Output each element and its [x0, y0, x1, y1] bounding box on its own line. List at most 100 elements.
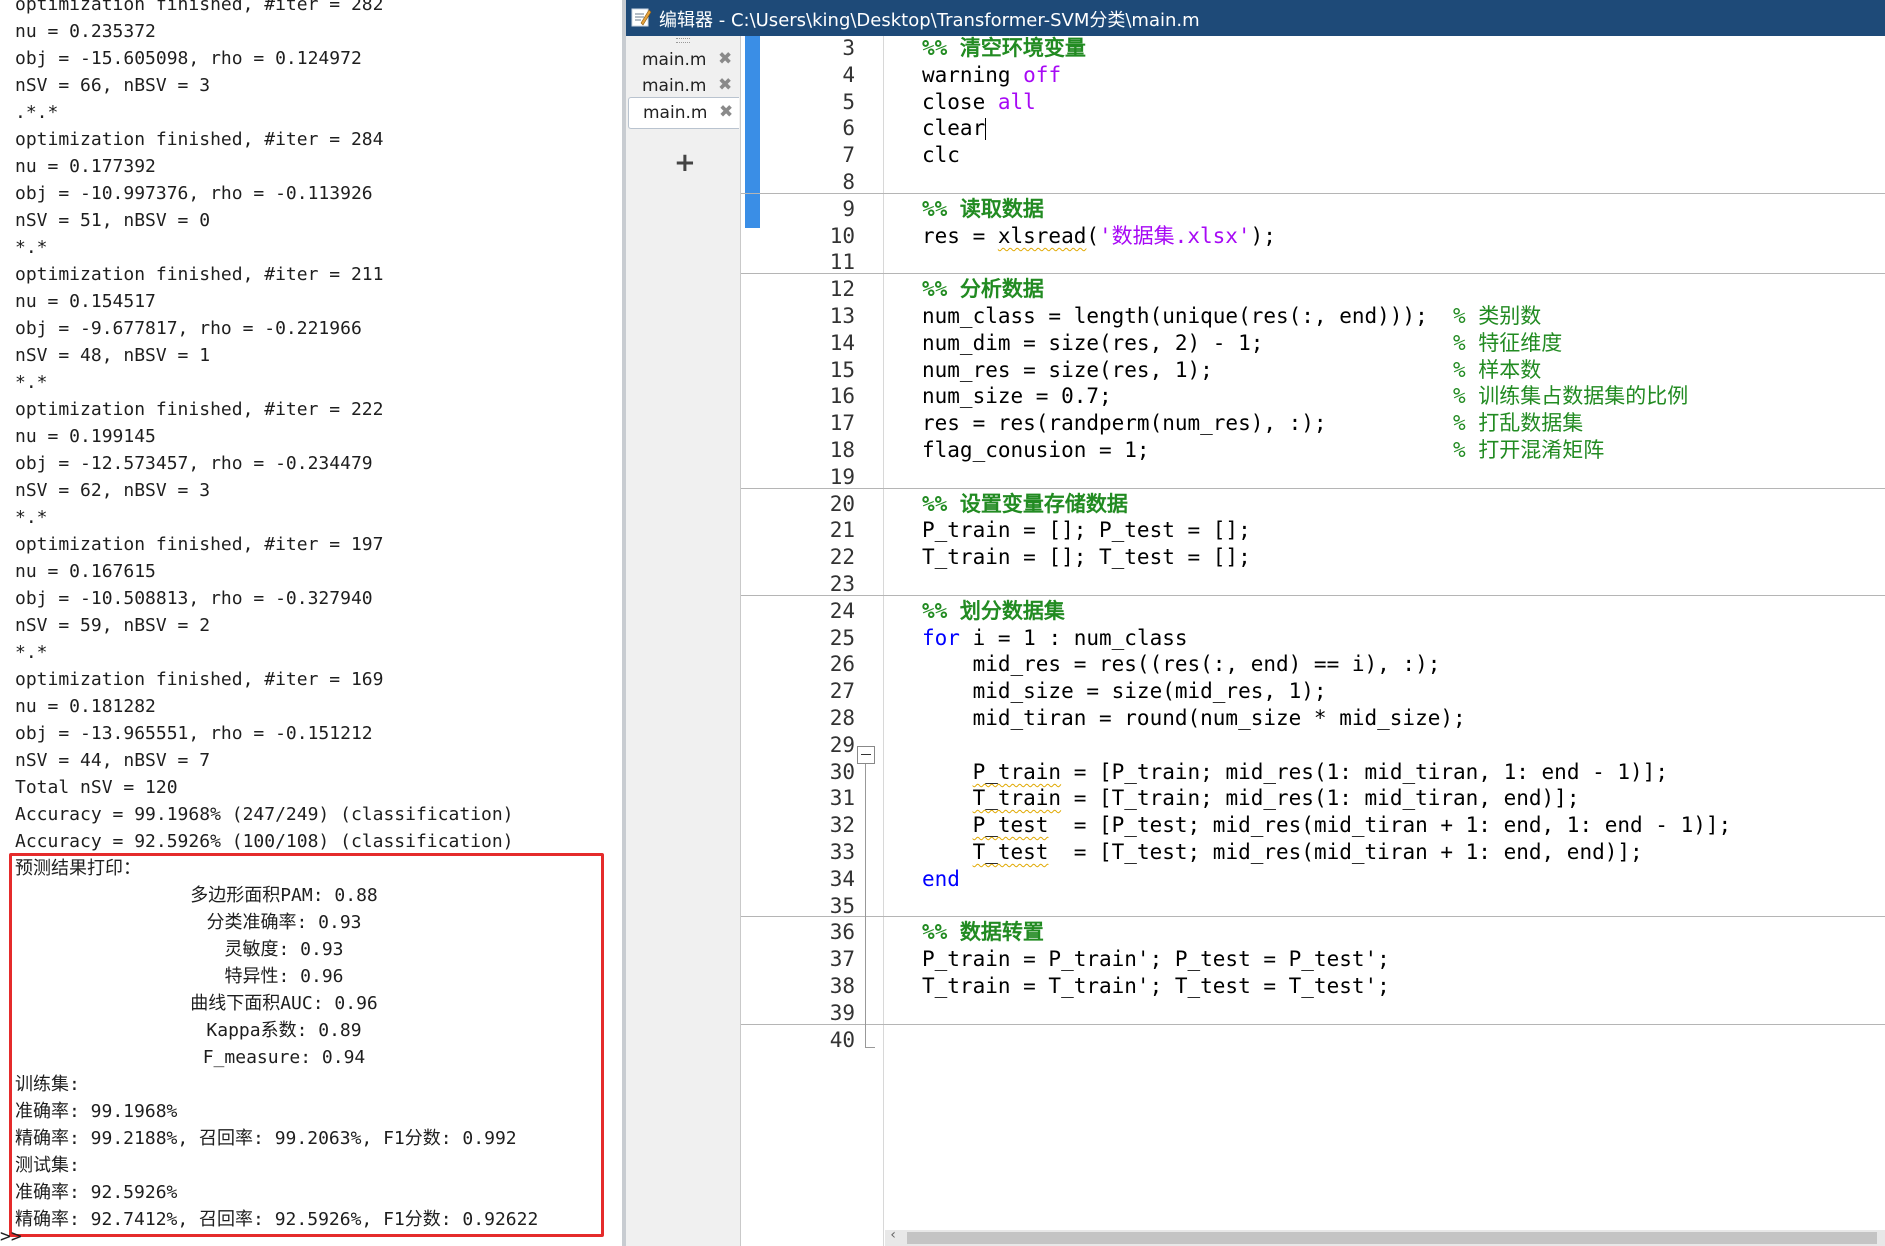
output-line: .*.*	[15, 102, 59, 123]
output-line: nu = 0.177392	[15, 156, 156, 177]
code-comment: % 训练集占数据集的比例	[1453, 384, 1689, 408]
command-prompt[interactable]: >>	[0, 1226, 22, 1246]
output-line: optimization finished, #iter = 169	[15, 669, 384, 690]
section-title: %% 数据转置	[922, 920, 1044, 944]
code-token: num_res = size(res, 1);	[922, 358, 1454, 382]
section-title: %% 分析数据	[922, 277, 1044, 301]
code-token: P_train	[972, 760, 1062, 784]
code-string: all	[997, 90, 1036, 114]
file-tab-label: main.m	[642, 50, 707, 70]
code-token: T_test	[972, 840, 1049, 864]
code-token: res =	[922, 224, 998, 248]
code-comment: % 样本数	[1453, 358, 1542, 382]
fold-collapse-icon[interactable]	[857, 746, 875, 764]
file-tab[interactable]: main.m ✖	[628, 97, 739, 129]
output-line: nSV = 48, nBSV = 1	[15, 345, 211, 366]
code-keyword: for	[922, 626, 960, 650]
document-tab-bar: main.m ✖ main.m ✖ main.m ✖ +	[626, 36, 741, 1246]
code-token: close	[922, 90, 998, 114]
output-line: Accuracy = 92.5926% (100/108) (classific…	[15, 831, 514, 852]
output-line: obj = -10.997376, rho = -0.113926	[15, 183, 373, 204]
output-line: nu = 0.199145	[15, 426, 156, 447]
code-editor[interactable]: 3%% 清空环境变量 4 warning off 5 close all 6 clear 7 c…	[741, 36, 1885, 1246]
scrollbar-thumb[interactable]	[907, 1232, 1877, 1244]
command-window[interactable]: optimization finished, #iter = 282 nu = 0…	[0, 0, 622, 1246]
output-line: optimization finished, #iter = 284	[15, 129, 384, 150]
add-tab-button[interactable]: +	[674, 148, 696, 178]
code-token: T_train = []; T_test = [];	[922, 545, 1251, 569]
section-title: %% 清空环境变量	[922, 36, 1086, 60]
output-line: obj = -12.573457, rho = -0.234479	[15, 453, 373, 474]
text-cursor	[985, 118, 987, 140]
code-token: (	[1086, 224, 1100, 248]
code-token: mid_tiran = round(num_size * mid_size);	[922, 706, 1466, 730]
output-line: obj = -15.605098, rho = 0.124972	[15, 48, 362, 69]
editor-title: 编辑器 - C:\Users\king\Desktop\Transformer-…	[659, 10, 1200, 31]
editor-icon	[631, 8, 652, 27]
output-line: nSV = 62, nBSV = 3	[15, 480, 211, 501]
output-line: optimization finished, #iter = 211	[15, 264, 384, 285]
code-token: T_train	[972, 786, 1062, 810]
output-line: nSV = 51, nBSV = 0	[15, 210, 211, 231]
output-line: obj = -10.508813, rho = -0.327940	[15, 588, 373, 609]
output-line: nu = 0.235372	[15, 21, 156, 42]
code-token: res = res(randperm(num_res), :);	[922, 411, 1454, 435]
output-line: nSV = 66, nBSV = 3	[15, 75, 211, 96]
code-comment: % 类别数	[1453, 304, 1542, 328]
output-line: optimization finished, #iter = 197	[15, 534, 384, 555]
code-token: mid_res = res((res(:, end) == i), :);	[922, 652, 1441, 676]
results-highlight-box	[9, 853, 604, 1237]
code-token: P_test	[972, 813, 1049, 837]
code-token: i = 1 : num_class	[959, 626, 1188, 650]
code-token: clear	[922, 116, 986, 140]
code-token: = [T_test; mid_res(mid_tiran + 1: end, e…	[1048, 840, 1643, 864]
output-line: *.*	[15, 507, 48, 528]
code-token: clc	[922, 143, 960, 167]
code-token: T_train = T_train'; T_test = T_test';	[922, 974, 1390, 998]
scroll-left-icon[interactable]: ‹	[889, 1227, 897, 1243]
code-token: = [P_test; mid_res(mid_tiran + 1: end, 1…	[1048, 813, 1732, 837]
code-keyword: end	[922, 867, 960, 891]
section-title: %% 设置变量存储数据	[922, 492, 1128, 516]
output-line: *.*	[15, 642, 48, 663]
fold-guide	[865, 764, 866, 1048]
output-line: Total nSV = 120	[15, 777, 178, 798]
code-comment: % 打开混淆矩阵	[1453, 438, 1605, 462]
code-line[interactable]: 40	[741, 1024, 1885, 1056]
drag-grip[interactable]	[676, 38, 690, 43]
close-icon[interactable]: ✖	[719, 102, 733, 122]
horizontal-scrollbar[interactable]: ‹	[885, 1227, 1885, 1246]
code-string: off	[1023, 63, 1062, 87]
output-line: nu = 0.167615	[15, 561, 156, 582]
file-tab-label: main.m	[643, 103, 708, 123]
output-line: nSV = 44, nBSV = 7	[15, 750, 211, 771]
editor-title-bar: 编辑器 - C:\Users\king\Desktop\Transformer-…	[626, 0, 1885, 36]
file-tab-label: main.m	[642, 76, 707, 96]
section-title: %% 划分数据集	[922, 599, 1065, 623]
code-token: );	[1250, 224, 1276, 248]
code-token: warning	[922, 63, 1024, 87]
output-line: nu = 0.154517	[15, 291, 156, 312]
code-comment: % 打乱数据集	[1453, 411, 1584, 435]
code-token: P_train = P_train'; P_test = P_test';	[922, 947, 1390, 971]
code-token: mid_size = size(mid_res, 1);	[922, 679, 1327, 703]
section-title: %% 读取数据	[922, 197, 1044, 221]
output-line: obj = -9.677817, rho = -0.221966	[15, 318, 362, 339]
output-line: nu = 0.181282	[15, 696, 156, 717]
code-token: num_dim = size(res, 2) - 1;	[922, 331, 1454, 355]
output-line: optimization finished, #iter = 282	[15, 0, 384, 15]
close-icon[interactable]: ✖	[718, 75, 732, 95]
code-token: num_class = length(unique(res(:, end)));	[922, 304, 1454, 328]
code-token: P_train = []; P_test = [];	[922, 518, 1251, 542]
output-line: optimization finished, #iter = 222	[15, 399, 384, 420]
output-line: obj = -13.965551, rho = -0.151212	[15, 723, 373, 744]
code-token: = [P_train; mid_res(1: mid_tiran, 1: end…	[1061, 760, 1668, 784]
output-line: *.*	[15, 237, 48, 258]
close-icon[interactable]: ✖	[718, 49, 732, 69]
code-string: '数据集.xlsx'	[1099, 224, 1251, 248]
code-token: = [T_train; mid_res(1: mid_tiran, end)];	[1061, 786, 1580, 810]
output-line: *.*	[15, 372, 48, 393]
